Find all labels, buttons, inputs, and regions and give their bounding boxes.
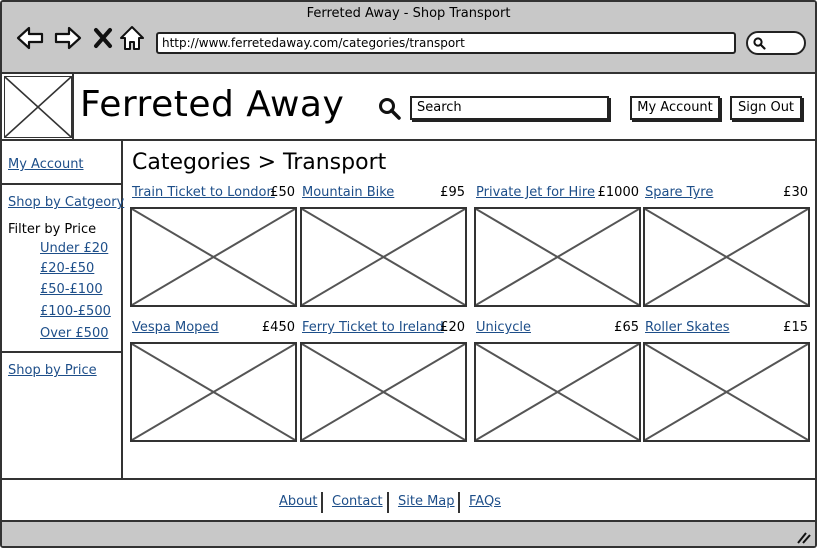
filter-50-100[interactable]: £50-£100	[40, 282, 103, 297]
filter-under-20[interactable]: Under £20	[40, 241, 108, 256]
site-footer: About Contact Site Map FAQs	[2, 478, 815, 522]
product-image-placeholder[interactable]	[474, 342, 641, 442]
search-input[interactable]: Search	[410, 96, 609, 120]
product-price: £450	[261, 320, 295, 335]
product-price: £50	[270, 185, 295, 200]
browser-search-field[interactable]	[746, 31, 806, 55]
browser-chrome: Ferreted Away - Shop Transport http://ww…	[2, 2, 815, 74]
footer-link-contact[interactable]: Contact	[332, 494, 383, 509]
back-arrow-icon[interactable]	[16, 24, 44, 52]
product-image-placeholder[interactable]	[643, 342, 810, 442]
url-bar[interactable]: http://www.ferretedaway.com/categories/t…	[156, 32, 736, 54]
sidebar-link-my-account[interactable]: My Account	[8, 157, 84, 172]
footer-link-faqs[interactable]: FAQs	[469, 494, 501, 509]
home-icon[interactable]	[118, 24, 146, 52]
page-title: Categories > Transport	[132, 150, 387, 175]
product-name-link[interactable]: Roller Skates	[645, 320, 730, 335]
sign-out-button[interactable]: Sign Out	[730, 96, 802, 120]
logo-divider	[72, 74, 74, 139]
logo-placeholder	[4, 76, 72, 138]
sidebar-link-shop-by-price[interactable]: Shop by Price	[8, 363, 97, 378]
product-image-placeholder[interactable]	[474, 207, 641, 307]
footer-link-about[interactable]: About	[279, 494, 317, 509]
window-title: Ferreted Away - Shop Transport	[306, 6, 511, 21]
search-icon	[753, 37, 766, 50]
status-bar	[2, 520, 815, 546]
resize-grip-icon[interactable]	[795, 530, 811, 544]
product-price: £65	[614, 320, 639, 335]
search-icon[interactable]	[378, 97, 402, 121]
my-account-button[interactable]: My Account	[630, 96, 720, 120]
product-price: £1000	[597, 185, 639, 200]
product-price: £30	[783, 185, 808, 200]
site-header: Ferreted Away Search My Account Sign Out	[2, 74, 815, 141]
filter-by-price-label: Filter by Price	[8, 222, 97, 237]
product-image-placeholder[interactable]	[300, 342, 467, 442]
product-name-link[interactable]: Private Jet for Hire	[476, 185, 595, 200]
filter-20-50[interactable]: £20-£50	[40, 261, 94, 276]
product-name-link[interactable]: Vespa Moped	[132, 320, 219, 335]
footer-separator	[458, 492, 460, 513]
sidebar: My Account Shop by Catgeory Filter by Pr…	[2, 141, 124, 478]
browser-window: Ferreted Away - Shop Transport http://ww…	[0, 0, 817, 548]
product-image-placeholder[interactable]	[300, 207, 467, 307]
product-image-placeholder[interactable]	[130, 342, 297, 442]
product-price: £15	[783, 320, 808, 335]
product-name-link[interactable]: Spare Tyre	[645, 185, 713, 200]
sidebar-link-shop-by-category[interactable]: Shop by Catgeory	[8, 195, 124, 210]
product-name-link[interactable]: Mountain Bike	[302, 185, 394, 200]
sidebar-divider	[2, 183, 121, 185]
filter-over-500[interactable]: Over £500	[40, 326, 109, 341]
product-image-placeholder[interactable]	[130, 207, 297, 307]
footer-separator	[321, 492, 323, 513]
close-x-icon[interactable]	[90, 24, 118, 52]
site-title: Ferreted Away	[80, 84, 345, 125]
product-name-link[interactable]: Ferry Ticket to Ireland	[302, 320, 444, 335]
product-name-link[interactable]: Train Ticket to London	[132, 185, 275, 200]
product-image-placeholder[interactable]	[643, 207, 810, 307]
product-price: £95	[440, 185, 465, 200]
product-name-link[interactable]: Unicycle	[476, 320, 531, 335]
forward-arrow-icon[interactable]	[54, 24, 82, 52]
filter-100-500[interactable]: £100-£500	[40, 304, 111, 319]
product-price: £20	[440, 320, 465, 335]
footer-link-site-map[interactable]: Site Map	[398, 494, 455, 509]
sidebar-divider	[2, 351, 121, 353]
footer-separator	[387, 492, 389, 513]
